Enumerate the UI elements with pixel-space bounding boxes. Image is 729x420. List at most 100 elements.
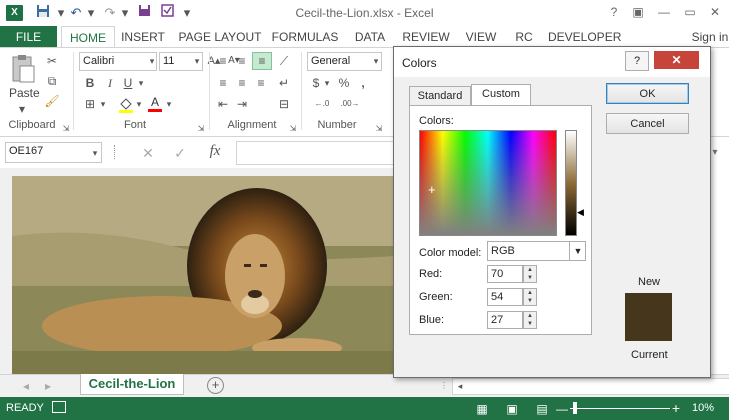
- copy-icon[interactable]: ⧉: [44, 73, 60, 89]
- insert-function-button[interactable]: fx: [203, 143, 227, 159]
- font-launcher-icon[interactable]: ⇲: [196, 121, 206, 137]
- normal-view-icon[interactable]: ▦: [474, 401, 490, 417]
- red-input[interactable]: 70: [487, 265, 523, 283]
- scroll-left-icon[interactable]: ◂: [454, 378, 466, 394]
- align-left-icon[interactable]: ≡: [215, 75, 231, 91]
- tab-view[interactable]: VIEW: [462, 26, 500, 47]
- align-middle-icon[interactable]: ≡: [234, 53, 250, 69]
- underline-button[interactable]: U: [121, 75, 135, 91]
- number-group-label: Number: [317, 119, 357, 131]
- bold-button[interactable]: B: [83, 75, 97, 91]
- number-launcher-icon[interactable]: ⇲: [374, 121, 384, 137]
- orientation-icon[interactable]: ⟋: [276, 53, 292, 69]
- green-stepper[interactable]: ▲ ▼: [523, 288, 537, 306]
- zoom-out-button[interactable]: —: [556, 401, 568, 417]
- macro-record-icon[interactable]: [52, 401, 66, 413]
- tab-review[interactable]: REVIEW: [402, 26, 450, 47]
- align-bottom-icon[interactable]: ≡: [252, 52, 272, 70]
- new-color-swatch: [625, 293, 672, 317]
- tab-file[interactable]: FILE: [0, 26, 57, 48]
- fill-color-dropdown-icon[interactable]: ▾: [134, 96, 144, 112]
- scroll-right-tab-icon[interactable]: ▸: [42, 378, 54, 394]
- dialog-close-button[interactable]: ✕: [654, 51, 699, 69]
- chevron-down-icon[interactable]: ▼: [569, 242, 586, 260]
- tab-custom[interactable]: Custom: [471, 84, 531, 106]
- green-input[interactable]: 54: [487, 288, 523, 306]
- increase-decimal-icon[interactable]: ←.0: [310, 96, 334, 112]
- align-right-icon[interactable]: ≡: [253, 75, 269, 91]
- tab-formulas[interactable]: FORMULAS: [271, 26, 339, 47]
- tab-standard[interactable]: Standard: [409, 86, 471, 107]
- name-box[interactable]: OE167: [5, 142, 102, 163]
- tab-home[interactable]: HOME: [61, 26, 115, 48]
- font-name-select[interactable]: Calibri: [79, 52, 157, 71]
- minimize-button[interactable]: —: [653, 3, 675, 21]
- decrease-decimal-icon[interactable]: .00→: [338, 96, 362, 112]
- font-color-button[interactable]: A: [148, 95, 162, 113]
- cut-icon[interactable]: ✂: [44, 53, 60, 69]
- chevron-down-icon[interactable]: ▾: [371, 53, 381, 69]
- font-color-dropdown-icon[interactable]: ▾: [164, 96, 174, 112]
- clipboard-launcher-icon[interactable]: ⇲: [61, 121, 71, 137]
- zoom-slider-thumb[interactable]: [573, 402, 577, 414]
- tab-developer[interactable]: DEVELOPER: [548, 26, 621, 47]
- alignment-launcher-icon[interactable]: ⇲: [288, 121, 298, 137]
- paste-label[interactable]: Paste: [9, 86, 40, 100]
- tab-data[interactable]: DATA: [349, 26, 391, 47]
- align-center-icon[interactable]: ≡: [234, 75, 250, 91]
- page-break-view-icon[interactable]: ▤: [534, 401, 550, 417]
- enter-entry-button[interactable]: ✓: [170, 145, 190, 161]
- borders-icon[interactable]: ⊞: [83, 96, 97, 112]
- zoom-level[interactable]: 10%: [692, 402, 714, 414]
- font-group-label: Font: [123, 119, 146, 131]
- currency-dropdown-icon[interactable]: ▾: [323, 75, 331, 91]
- italic-button[interactable]: I: [103, 75, 117, 91]
- dialog-help-button[interactable]: ?: [625, 51, 649, 71]
- help-button[interactable]: ?: [603, 3, 625, 21]
- horizontal-scrollbar[interactable]: [452, 378, 729, 395]
- tab-page-layout[interactable]: PAGE LAYOUT: [178, 26, 262, 47]
- paste-icon[interactable]: [9, 54, 37, 84]
- blue-stepper[interactable]: ▲ ▼: [523, 311, 537, 329]
- cancel-entry-button[interactable]: ✕: [138, 145, 158, 161]
- luminance-slider[interactable]: [565, 130, 577, 236]
- increase-indent-icon[interactable]: ⇥: [234, 96, 250, 112]
- close-button[interactable]: ✕: [704, 3, 726, 21]
- formula-input[interactable]: [236, 141, 402, 165]
- luminance-pointer-icon[interactable]: ◀: [577, 207, 584, 218]
- tab-rc[interactable]: RC: [512, 26, 536, 47]
- sheet-tab-cecil-the-lion[interactable]: Cecil-the-Lion: [80, 374, 184, 395]
- comma-button[interactable]: ,: [356, 75, 370, 91]
- chevron-down-icon[interactable]: ▾: [90, 145, 100, 161]
- sign-in-link[interactable]: Sign in: [690, 26, 729, 47]
- decrease-indent-icon[interactable]: ⇤: [215, 96, 231, 112]
- lion-image[interactable]: [12, 176, 394, 374]
- zoom-slider[interactable]: [570, 408, 670, 409]
- borders-dropdown-icon[interactable]: ▾: [98, 96, 108, 112]
- ribbon-display-options-icon[interactable]: ▣: [627, 3, 649, 21]
- red-stepper[interactable]: ▲ ▼: [523, 265, 537, 283]
- split-handle-icon[interactable]: ⋮: [440, 378, 448, 394]
- restore-button[interactable]: ▭: [679, 3, 701, 21]
- fill-color-icon[interactable]: [118, 96, 134, 113]
- wrap-text-icon[interactable]: ↵: [276, 75, 292, 91]
- percent-button[interactable]: %: [337, 75, 351, 91]
- color-spectrum[interactable]: +: [419, 130, 557, 236]
- page-layout-view-icon[interactable]: ▣: [504, 401, 520, 417]
- blue-input[interactable]: 27: [487, 311, 523, 329]
- cancel-button[interactable]: Cancel: [606, 113, 689, 134]
- align-top-icon[interactable]: ≡: [215, 53, 231, 69]
- merge-center-icon[interactable]: ⊟: [276, 96, 292, 112]
- zoom-in-button[interactable]: +: [670, 400, 682, 416]
- underline-dropdown-icon[interactable]: ▾: [136, 75, 146, 91]
- tab-insert[interactable]: INSERT: [118, 26, 168, 47]
- ok-button[interactable]: OK: [606, 83, 689, 104]
- currency-button[interactable]: $: [309, 75, 323, 91]
- paste-dropdown-icon[interactable]: ▾: [15, 101, 29, 117]
- format-painter-icon[interactable]: 🖌: [44, 93, 60, 109]
- new-sheet-button[interactable]: +: [207, 377, 224, 394]
- scroll-left-tab-icon[interactable]: ◂: [20, 378, 32, 394]
- chevron-down-icon[interactable]: ▾: [147, 53, 157, 69]
- font-color-letter: A: [150, 95, 159, 109]
- chevron-down-icon[interactable]: ▾: [192, 53, 202, 69]
